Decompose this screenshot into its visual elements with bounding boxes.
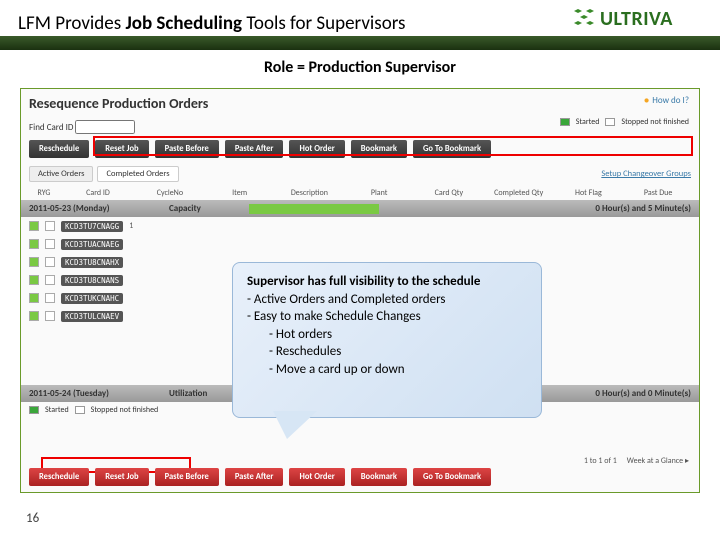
legend-label-stopped: Stopped not finished [621,117,689,127]
th-plant: Plant [346,188,412,198]
day1-capacity-bar [249,204,379,214]
reschedule-button[interactable]: Reschedule [29,140,89,158]
legend-label-started: Started [576,117,600,127]
th-description: Description [277,188,343,198]
paste-after-button[interactable]: Paste After [225,140,284,158]
card-id-chip[interactable]: KCD3TU8CNAHX [61,257,123,268]
header-bar: LFM Provides Job Scheduling Tools for Su… [0,0,720,50]
card-id-chip[interactable]: KCD3TU7CNAGG [61,221,123,232]
callout-title: Supervisor has full visibility to the sc… [247,273,527,291]
table-header-row: RYG Card ID CycleNo Item Description Pla… [21,186,699,200]
legend-swatch-started [560,118,570,126]
bookmark-button[interactable]: Bookmark [351,468,407,486]
pager-count: 1 to 1 of 1 [584,456,617,466]
day1-label: 2011-05-23 (Monday) [29,203,169,214]
callout-subline: - Reschedules [247,343,527,361]
th-cardqty: Card Qty [416,188,482,198]
callout-subline: - Move a card up or down [247,361,527,379]
find-card-label: Find Card ID [29,122,73,133]
title-part-b: Job Scheduling [125,12,242,35]
logo-text: ULTRIVA [600,7,673,31]
paste-before-button[interactable]: Paste Before [155,140,219,158]
table-row[interactable]: KCD3TU7CNAGG 1 [21,217,699,235]
row-checkbox[interactable] [45,311,55,321]
status-square-icon [29,257,39,267]
page-number: 16 [26,511,39,526]
paste-before-button[interactable]: Paste Before [155,468,219,486]
th-hotflag: Hot Flag [556,188,622,198]
day1-hours: 0 Hour(s) and 5 Minute(s) [595,203,691,214]
status-square-icon [29,275,39,285]
reschedule-button[interactable]: Reschedule [29,468,89,486]
find-card-input[interactable] [75,120,135,134]
panel-title: Resequence Production Orders [21,89,699,118]
go-to-bookmark-button[interactable]: Go To Bookmark [413,468,491,486]
row-checkbox[interactable] [45,275,55,285]
row-checkbox[interactable] [45,293,55,303]
week-glance-link[interactable]: Week at a Glance ▸ [627,456,689,466]
card-id-chip[interactable]: KCD3TUACNAEG [61,239,123,250]
bookmark-button[interactable]: Bookmark [351,140,407,158]
tab-completed-orders[interactable]: Completed Orders [97,166,178,182]
tab-active-orders[interactable]: Active Orders [29,166,93,182]
day1-capacity-label: Capacity [169,203,249,214]
legend-swatch-started [29,406,39,414]
legend-swatch-stopped [75,406,85,414]
slide-title: LFM Provides Job Scheduling Tools for Su… [18,12,405,35]
day2-label: 2011-05-24 (Tuesday) [29,388,169,399]
paste-after-button[interactable]: Paste After [225,468,284,486]
callout-line: - Active Orders and Completed orders [247,291,527,309]
logo: ULTRIVA [572,4,702,34]
day-band-1: 2011-05-23 (Monday) Capacity 0 Hour(s) a… [21,200,699,217]
cycle-no: 1 [129,221,141,231]
status-square-icon [29,293,39,303]
card-id-chip[interactable]: KCD3TUKCNAHC [61,293,123,304]
th-item: Item [207,188,273,198]
role-subtitle: Role = Production Supervisor [0,58,720,77]
table-row[interactable]: KCD3TUACNAEG [21,235,699,253]
reset-job-button[interactable]: Reset Job [95,468,148,486]
row-checkbox[interactable] [45,257,55,267]
pager: 1 to 1 of 1 Week at a Glance ▸ [584,456,689,466]
legend-top: Started Stopped not finished [560,117,689,127]
toolbar-bottom: Reschedule Reset Job Paste Before Paste … [21,464,499,490]
go-to-bookmark-button[interactable]: Go To Bookmark [413,140,491,158]
callout-line: - Easy to make Schedule Changes [247,308,527,326]
th-completedqty: Completed Qty [486,188,552,198]
reset-job-button[interactable]: Reset Job [95,140,148,158]
row-checkbox[interactable] [45,239,55,249]
legend-label-stopped: Stopped not finished [91,405,159,415]
tabs-row: Active Orders Completed Orders Setup Cha… [21,162,699,186]
th-ryg: RYG [29,188,59,198]
legend-label-started: Started [45,405,69,415]
hot-order-button[interactable]: Hot Order [289,140,344,158]
legend-swatch-stopped [605,118,615,126]
th-cardid: Card ID [63,188,133,198]
toolbar-top: Reschedule Reset Job Paste Before Paste … [21,136,699,162]
hot-order-button[interactable]: Hot Order [289,468,344,486]
callout-subline: - Hot orders [247,326,527,344]
day2-hours: 0 Hour(s) and 0 Minute(s) [595,388,691,399]
card-id-chip[interactable]: KCD3TULCNAEV [61,311,123,322]
row-checkbox[interactable] [45,221,55,231]
th-cycleno: CycleNo [137,188,203,198]
logo-cubes-icon [572,7,596,31]
how-do-i-link[interactable]: How do I? [644,95,689,106]
title-part-a: LFM Provides [18,12,125,35]
status-square-icon [29,311,39,321]
th-pastdue: Past Due [625,188,691,198]
title-part-c: Tools for Supervisors [242,12,405,35]
callout-bubble: Supervisor has full visibility to the sc… [232,262,542,418]
status-square-icon [29,221,39,231]
card-id-chip[interactable]: KCD3TU8CNANS [61,275,123,286]
header-green-line [0,36,720,50]
status-square-icon [29,239,39,249]
setup-changeover-link[interactable]: Setup Changeover Groups [601,169,691,179]
